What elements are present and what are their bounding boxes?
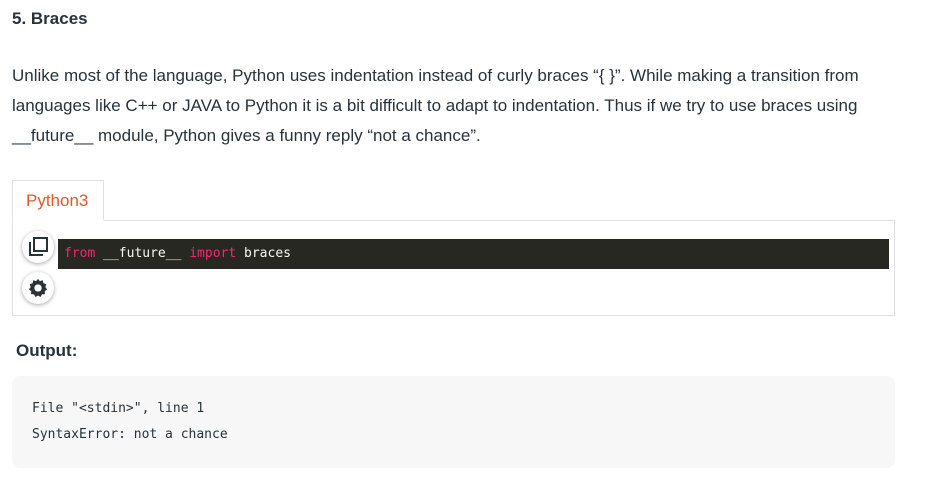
- copy-icon: [29, 237, 48, 256]
- settings-button[interactable]: [22, 272, 54, 304]
- code-token-module: __future__: [95, 246, 190, 261]
- gear-icon: [28, 278, 48, 297]
- output-block: File "<stdin>", line 1 SyntaxError: not a…: [12, 376, 895, 468]
- code-keyword-import: import: [189, 246, 237, 261]
- section-paragraph: Unlike most of the language, Python uses…: [12, 66, 859, 145]
- code-token-name: braces: [236, 246, 291, 261]
- code-keyword-from: from: [64, 246, 96, 261]
- output-line: File "<stdin>", line 1: [32, 401, 205, 416]
- output-heading: Output:: [16, 341, 78, 360]
- code-line[interactable]: from __future__ import braces: [58, 239, 889, 269]
- tab-label: Python3: [26, 191, 89, 210]
- copy-button[interactable]: [22, 231, 54, 263]
- output-line: SyntaxError: not a chance: [32, 427, 228, 442]
- tab-python3[interactable]: Python3: [12, 180, 104, 221]
- section-heading: 5. Braces: [12, 9, 88, 28]
